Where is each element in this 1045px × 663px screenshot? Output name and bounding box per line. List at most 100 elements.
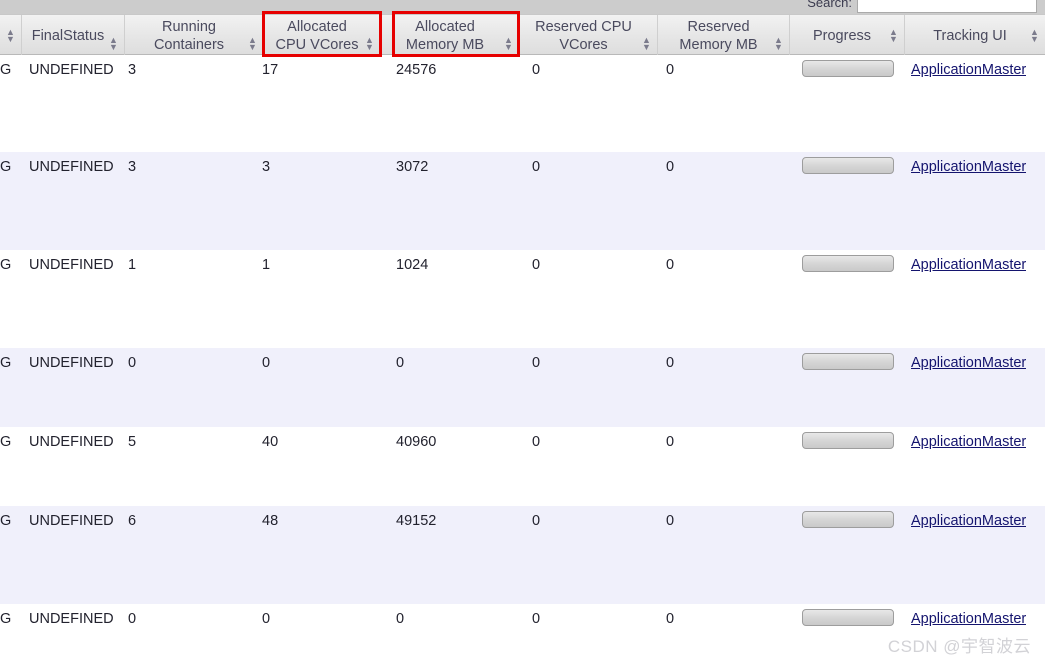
cell-reserved-cpu-vcores: 0 [532,513,541,529]
sort-arrows-icon: ▲ ▼ [774,35,783,52]
table-body: IG UNDEFINED 3 17 24576 0 0 ApplicationM… [0,55,1045,659]
cell-reserved-cpu-vcores: 0 [532,355,541,371]
column-header-running-containers-label: Running Containers [153,19,225,53]
cell-reserved-memory-mb: 0 [666,513,675,529]
cell-running-containers: 5 [128,434,137,450]
cell-progress [802,432,894,449]
progress-bar [802,60,894,77]
cell-allocated-cpu-vcores: 17 [262,62,279,78]
cell-allocated-memory-mb: 49152 [396,513,437,529]
progress-bar [802,609,894,626]
column-header-allocated-memory-mb[interactable]: Allocated Memory MB ▲ ▼ [381,15,520,55]
progress-bar [802,353,894,370]
cell-running-containers: 3 [128,62,137,78]
cell-allocated-cpu-vcores: 0 [262,611,271,627]
application-master-link[interactable]: ApplicationMaster [911,159,1026,175]
cell-allocated-memory-mb: 0 [396,611,405,627]
table-row[interactable]: IG UNDEFINED 5 40 40960 0 0 ApplicationM… [0,427,1045,506]
column-header-allocated-memory-mb-label: Allocated Memory MB [405,19,485,53]
cell-state: IG [0,62,12,78]
sort-arrows-icon: ▲ ▼ [6,27,15,44]
cell-allocated-memory-mb: 3072 [396,159,429,175]
cell-reserved-cpu-vcores: 0 [532,62,541,78]
cell-running-containers: 1 [128,257,137,273]
sort-arrows-icon: ▲ ▼ [1030,27,1039,44]
cell-tracking-ui: ApplicationMaster [911,61,1026,80]
column-header-allocated-cpu-vcores[interactable]: Allocated CPU VCores ▲ ▼ [264,15,381,55]
cell-progress [802,609,894,626]
cell-reserved-memory-mb: 0 [666,355,675,371]
progress-bar [802,511,894,528]
sort-arrows-icon: ▲ ▼ [504,35,513,52]
csdn-watermark: CSDN @宇智波云 [887,637,1031,656]
cell-progress [802,157,894,174]
application-master-link[interactable]: ApplicationMaster [911,257,1026,273]
search-input[interactable] [857,0,1037,13]
cell-reserved-memory-mb: 0 [666,257,675,273]
table-row[interactable]: IG UNDEFINED 6 48 49152 0 0 ApplicationM… [0,506,1045,604]
column-header-state[interactable]: ▲ ▼ [0,15,22,55]
cell-allocated-cpu-vcores: 1 [262,257,271,273]
cell-finalstatus: UNDEFINED [29,355,114,371]
cell-progress [802,353,894,370]
cell-finalstatus: UNDEFINED [29,159,114,175]
column-header-reserved-cpu-vcores-label: Reserved CPU VCores [535,19,632,53]
column-header-progress-label: Progress [812,28,872,44]
cell-reserved-memory-mb: 0 [666,434,675,450]
cell-tracking-ui: ApplicationMaster [911,256,1026,275]
progress-bar [802,157,894,174]
table-row[interactable]: IG UNDEFINED 3 3 3072 0 0 ApplicationMas… [0,152,1045,250]
cell-finalstatus: UNDEFINED [29,257,114,273]
cell-finalstatus: UNDEFINED [29,62,114,78]
application-list-table-page: Search: ▲ ▼ FinalStatus ▲ ▼ Running Contai… [0,0,1045,663]
cell-progress [802,511,894,528]
progress-bar [802,255,894,272]
cell-allocated-memory-mb: 24576 [396,62,437,78]
column-header-reserved-cpu-vcores[interactable]: Reserved CPU VCores ▲ ▼ [520,15,658,55]
column-header-progress[interactable]: Progress ▲ ▼ [790,15,905,55]
sort-arrows-icon: ▲ ▼ [365,35,374,52]
table-row[interactable]: IG UNDEFINED 3 17 24576 0 0 ApplicationM… [0,55,1045,152]
column-header-allocated-cpu-vcores-label: Allocated CPU VCores [275,19,359,53]
cell-allocated-memory-mb: 40960 [396,434,437,450]
column-header-reserved-memory-mb-label: Reserved Memory MB [679,19,758,53]
column-header-finalstatus[interactable]: FinalStatus ▲ ▼ [22,15,125,55]
table-row[interactable]: IG UNDEFINED 0 0 0 0 0 ApplicationMaster [0,348,1045,427]
cell-running-containers: 0 [128,611,137,627]
cell-progress [802,60,894,77]
application-master-link[interactable]: ApplicationMaster [911,611,1026,627]
cell-allocated-cpu-vcores: 3 [262,159,271,175]
cell-allocated-memory-mb: 0 [396,355,405,371]
cell-tracking-ui: ApplicationMaster [911,354,1026,373]
cell-allocated-memory-mb: 1024 [396,257,429,273]
cell-reserved-memory-mb: 0 [666,611,675,627]
cell-finalstatus: UNDEFINED [29,434,114,450]
cell-tracking-ui: ApplicationMaster [911,610,1026,629]
sort-arrows-icon: ▲ ▼ [642,35,651,52]
cell-finalstatus: UNDEFINED [29,611,114,627]
cell-reserved-cpu-vcores: 0 [532,611,541,627]
progress-bar [802,432,894,449]
application-master-link[interactable]: ApplicationMaster [911,62,1026,78]
cell-tracking-ui: ApplicationMaster [911,512,1026,531]
application-master-link[interactable]: ApplicationMaster [911,355,1026,371]
application-master-link[interactable]: ApplicationMaster [911,434,1026,450]
cell-allocated-cpu-vcores: 48 [262,513,279,529]
cell-reserved-cpu-vcores: 0 [532,257,541,273]
cell-tracking-ui: ApplicationMaster [911,158,1026,177]
cell-reserved-memory-mb: 0 [666,62,675,78]
cell-running-containers: 3 [128,159,137,175]
application-master-link[interactable]: ApplicationMaster [911,513,1026,529]
cell-allocated-cpu-vcores: 40 [262,434,279,450]
column-header-tracking-ui-label: Tracking UI [933,28,1007,44]
column-header-tracking-ui[interactable]: Tracking UI ▲ ▼ [905,15,1045,55]
search-label: Search: [807,0,852,10]
cell-reserved-cpu-vcores: 0 [532,434,541,450]
sort-arrows-icon: ▲ ▼ [109,35,118,52]
cell-state: IG [0,434,12,450]
table-row[interactable]: IG UNDEFINED 1 1 1024 0 0 ApplicationMas… [0,250,1045,348]
column-header-running-containers[interactable]: Running Containers ▲ ▼ [125,15,264,55]
cell-tracking-ui: ApplicationMaster [911,433,1026,452]
sort-arrows-icon: ▲ ▼ [248,35,257,52]
column-header-reserved-memory-mb[interactable]: Reserved Memory MB ▲ ▼ [658,15,790,55]
